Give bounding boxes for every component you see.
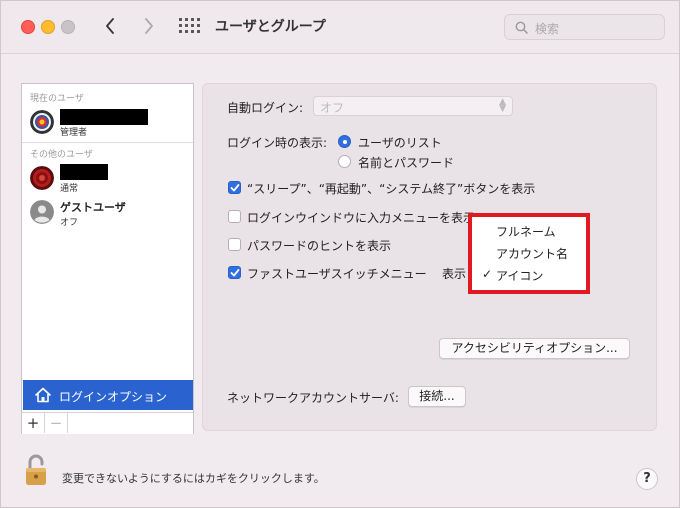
other-users-section-label: その他のユーザ (30, 150, 93, 160)
connect-button[interactable]: 接続... (408, 386, 466, 407)
lock-icon[interactable] (23, 453, 49, 490)
forward-button[interactable] (139, 15, 159, 37)
add-user-button[interactable]: + (22, 413, 45, 433)
search-icon (515, 21, 528, 34)
checkbox-password-hint[interactable] (228, 238, 241, 251)
checkbox-input-menu-label: ログインウインドウに入力メニューを表示 (247, 211, 476, 225)
user-row-current[interactable]: 管理者 (22, 106, 193, 140)
checkbox-password-hint-label: パスワードのヒントを表示 (247, 239, 392, 253)
checkmark-icon (230, 269, 240, 277)
menu-checkmark: ✓ (482, 267, 493, 281)
remove-user-button[interactable]: − (45, 413, 68, 433)
lock-instruction-text: 変更できないようにするにはカギをクリックします。 (62, 472, 325, 485)
user-role: 管理者 (60, 128, 88, 138)
redacted-user-name (60, 109, 148, 125)
auto-login-value: オフ (320, 101, 345, 115)
user-row-guest[interactable]: ゲストユーザ オフ (22, 196, 193, 230)
search-placeholder: 検索 (535, 22, 560, 36)
checkbox-sleep-buttons[interactable] (228, 181, 241, 194)
back-button[interactable] (100, 15, 120, 37)
checkbox-input-menu[interactable] (228, 210, 241, 223)
checkbox-fast-user-switch-label: ファストユーザスイッチメニュー (247, 267, 427, 281)
guest-user-icon (30, 200, 54, 224)
display-label: ログイン時の表示: (227, 136, 328, 150)
menu-item-account-name[interactable]: アカウント名 (496, 245, 568, 262)
avatar-flower (30, 166, 54, 190)
guest-user-name: ゲストユーザ (60, 201, 126, 214)
close-button[interactable] (21, 20, 35, 34)
network-account-server-label: ネットワークアカウントサーバ: (227, 391, 399, 405)
avatar-guest (30, 200, 54, 224)
fast-switch-display-menu: フルネーム アカウント名 ✓ アイコン (468, 213, 590, 294)
checkmark-icon (230, 184, 240, 192)
help-button[interactable]: ? (636, 468, 658, 490)
user-list-sidebar: 現在のユーザ 管理者 その他のユーザ 通常 ゲストユーザ オフ ログインオプショ… (21, 83, 194, 434)
auto-login-popup[interactable]: オフ ▲ ▼ (313, 96, 513, 116)
login-options-label: ログインオプション (59, 390, 168, 404)
avatar-target (30, 110, 54, 134)
zoom-button[interactable] (61, 20, 75, 34)
checkbox-sleep-buttons-label: “スリープ”、“再起動”、“システム終了”ボタンを表示 (247, 182, 536, 196)
user-role: 通常 (60, 184, 79, 194)
chevron-right-icon (145, 18, 153, 34)
house-icon (35, 387, 51, 403)
redacted-user-name (60, 164, 108, 180)
window-title: ユーザとグループ (215, 19, 326, 35)
radio-user-list[interactable] (338, 135, 351, 148)
minimize-button[interactable] (41, 20, 55, 34)
fast-switch-display-label: 表示 (442, 267, 467, 281)
accessibility-options-button[interactable]: アクセシビリティオプション... (439, 338, 630, 359)
auto-login-label: 自動ログイン: (227, 101, 304, 115)
login-options-item[interactable]: ログインオプション (23, 380, 193, 410)
sidebar-toolbar: + − (22, 412, 193, 434)
target-avatar-icon (30, 110, 54, 134)
menu-item-icon[interactable]: アイコン (496, 267, 543, 284)
search-field[interactable]: 検索 (504, 14, 665, 40)
radio-name-password[interactable] (338, 155, 351, 168)
current-user-section-label: 現在のユーザ (30, 94, 84, 104)
user-row-other[interactable]: 通常 (22, 162, 193, 196)
chevron-left-icon (106, 18, 114, 34)
titlebar: ユーザとグループ 検索 (1, 1, 679, 54)
radio-user-list-label: ユーザのリスト (358, 136, 442, 150)
red-flower-avatar-icon (30, 166, 54, 190)
menu-item-full-name[interactable]: フルネーム (496, 223, 556, 240)
section-divider (22, 142, 193, 143)
guest-user-role: オフ (60, 218, 79, 228)
popup-arrows-icon: ▲ ▼ (499, 97, 506, 114)
show-all-grid-icon[interactable] (179, 18, 200, 36)
window: ユーザとグループ 検索 現在のユーザ 管理者 その他のユーザ 通常 ゲストユーザ… (0, 0, 680, 508)
radio-name-password-label: 名前とパスワード (358, 156, 455, 170)
checkbox-fast-user-switch[interactable] (228, 266, 241, 279)
